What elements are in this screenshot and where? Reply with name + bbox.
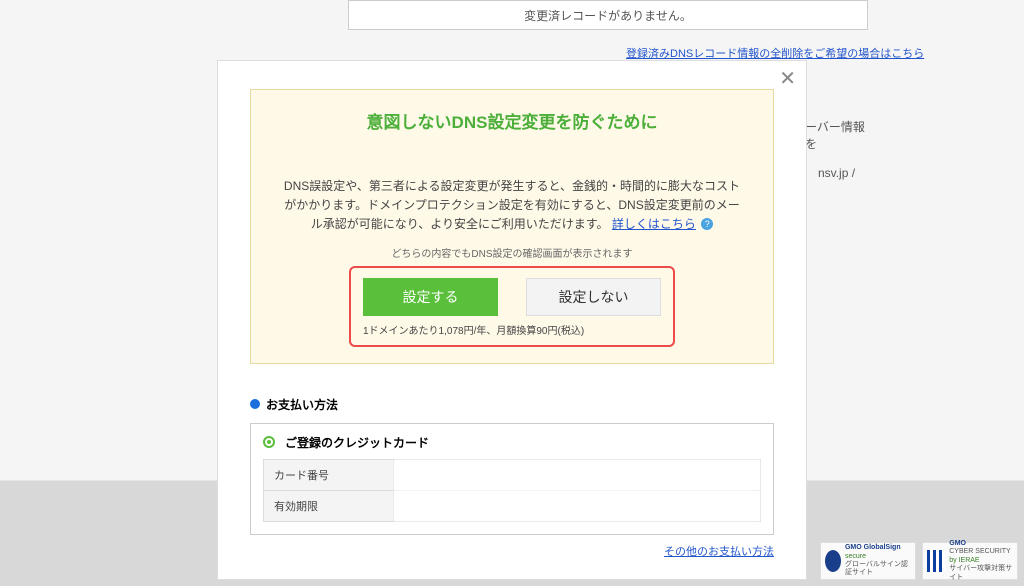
modal-note: どちらの内容でもDNS設定の確認画面が表示されます xyxy=(281,245,743,260)
radio-selected-icon[interactable] xyxy=(263,436,275,448)
modal-backdrop: ✕ 意図しないDNS設定変更を防ぐために DNS誤設定や、第三者による設定変更が… xyxy=(0,0,1024,586)
ierae-seal-icon xyxy=(927,550,945,572)
payment-block: ご登録のクレジットカード カード番号 有効期限 xyxy=(250,423,774,535)
help-icon[interactable]: ? xyxy=(701,218,713,230)
modal-subtitle-obscured xyxy=(281,143,743,163)
table-row: カード番号 xyxy=(264,459,761,490)
highlight-box: 意図しないDNS設定変更を防ぐために DNS誤設定や、第三者による設定変更が発生… xyxy=(250,89,774,364)
action-frame: 設定する 設定しない 1ドメインあたり1,078円/年、月額換算90円(税込) xyxy=(349,266,675,347)
trust-badges: GMO GlobalSign secure グローバルサイン認証サイト GMO … xyxy=(820,542,1018,580)
modal-body: DNS誤設定や、第三者による設定変更が発生すると、金銭的・時間的に膨大なコストが… xyxy=(281,177,743,235)
globalsign-badge[interactable]: GMO GlobalSign secure グローバルサイン認証サイト xyxy=(820,542,916,580)
ierae-badge[interactable]: GMO CYBER SECURITY by IERAE サイバー攻撃対策サイト xyxy=(922,542,1018,580)
other-payment-link[interactable]: その他のお支払い方法 xyxy=(664,546,774,558)
skip-button[interactable]: 設定しない xyxy=(526,278,661,316)
bullet-icon xyxy=(250,399,260,409)
other-payment-wrap: その他のお支払い方法 xyxy=(250,543,774,559)
card-number-value xyxy=(394,459,761,490)
expiry-value xyxy=(394,490,761,521)
payment-table: カード番号 有効期限 xyxy=(263,459,761,522)
modal-learn-more-link[interactable]: 詳しくはこちら xyxy=(612,217,696,231)
configure-button[interactable]: 設定する xyxy=(363,278,498,316)
payment-option-row[interactable]: ご登録のクレジットカード xyxy=(263,434,761,451)
price-note: 1ドメインあたり1,078円/年、月額換算90円(税込) xyxy=(363,322,661,337)
button-row: 設定する 設定しない xyxy=(363,278,661,316)
modal-title: 意図しないDNS設定変更を防ぐために xyxy=(281,108,743,133)
close-icon[interactable]: ✕ xyxy=(779,69,796,89)
expiry-key: 有効期限 xyxy=(264,490,394,521)
globalsign-seal-icon xyxy=(825,550,841,572)
payment-option-label: ご登録のクレジットカード xyxy=(285,434,429,451)
table-row: 有効期限 xyxy=(264,490,761,521)
payment-heading-text: お支払い方法 xyxy=(266,396,338,413)
payment-heading: お支払い方法 xyxy=(250,396,774,413)
dns-protection-modal: ✕ 意図しないDNS設定変更を防ぐために DNS誤設定や、第三者による設定変更が… xyxy=(217,60,807,580)
page-background: 変更済レコードがありません。 登録済みDNSレコード情報の全削除をご希望の場合は… xyxy=(0,0,1024,586)
card-number-key: カード番号 xyxy=(264,459,394,490)
